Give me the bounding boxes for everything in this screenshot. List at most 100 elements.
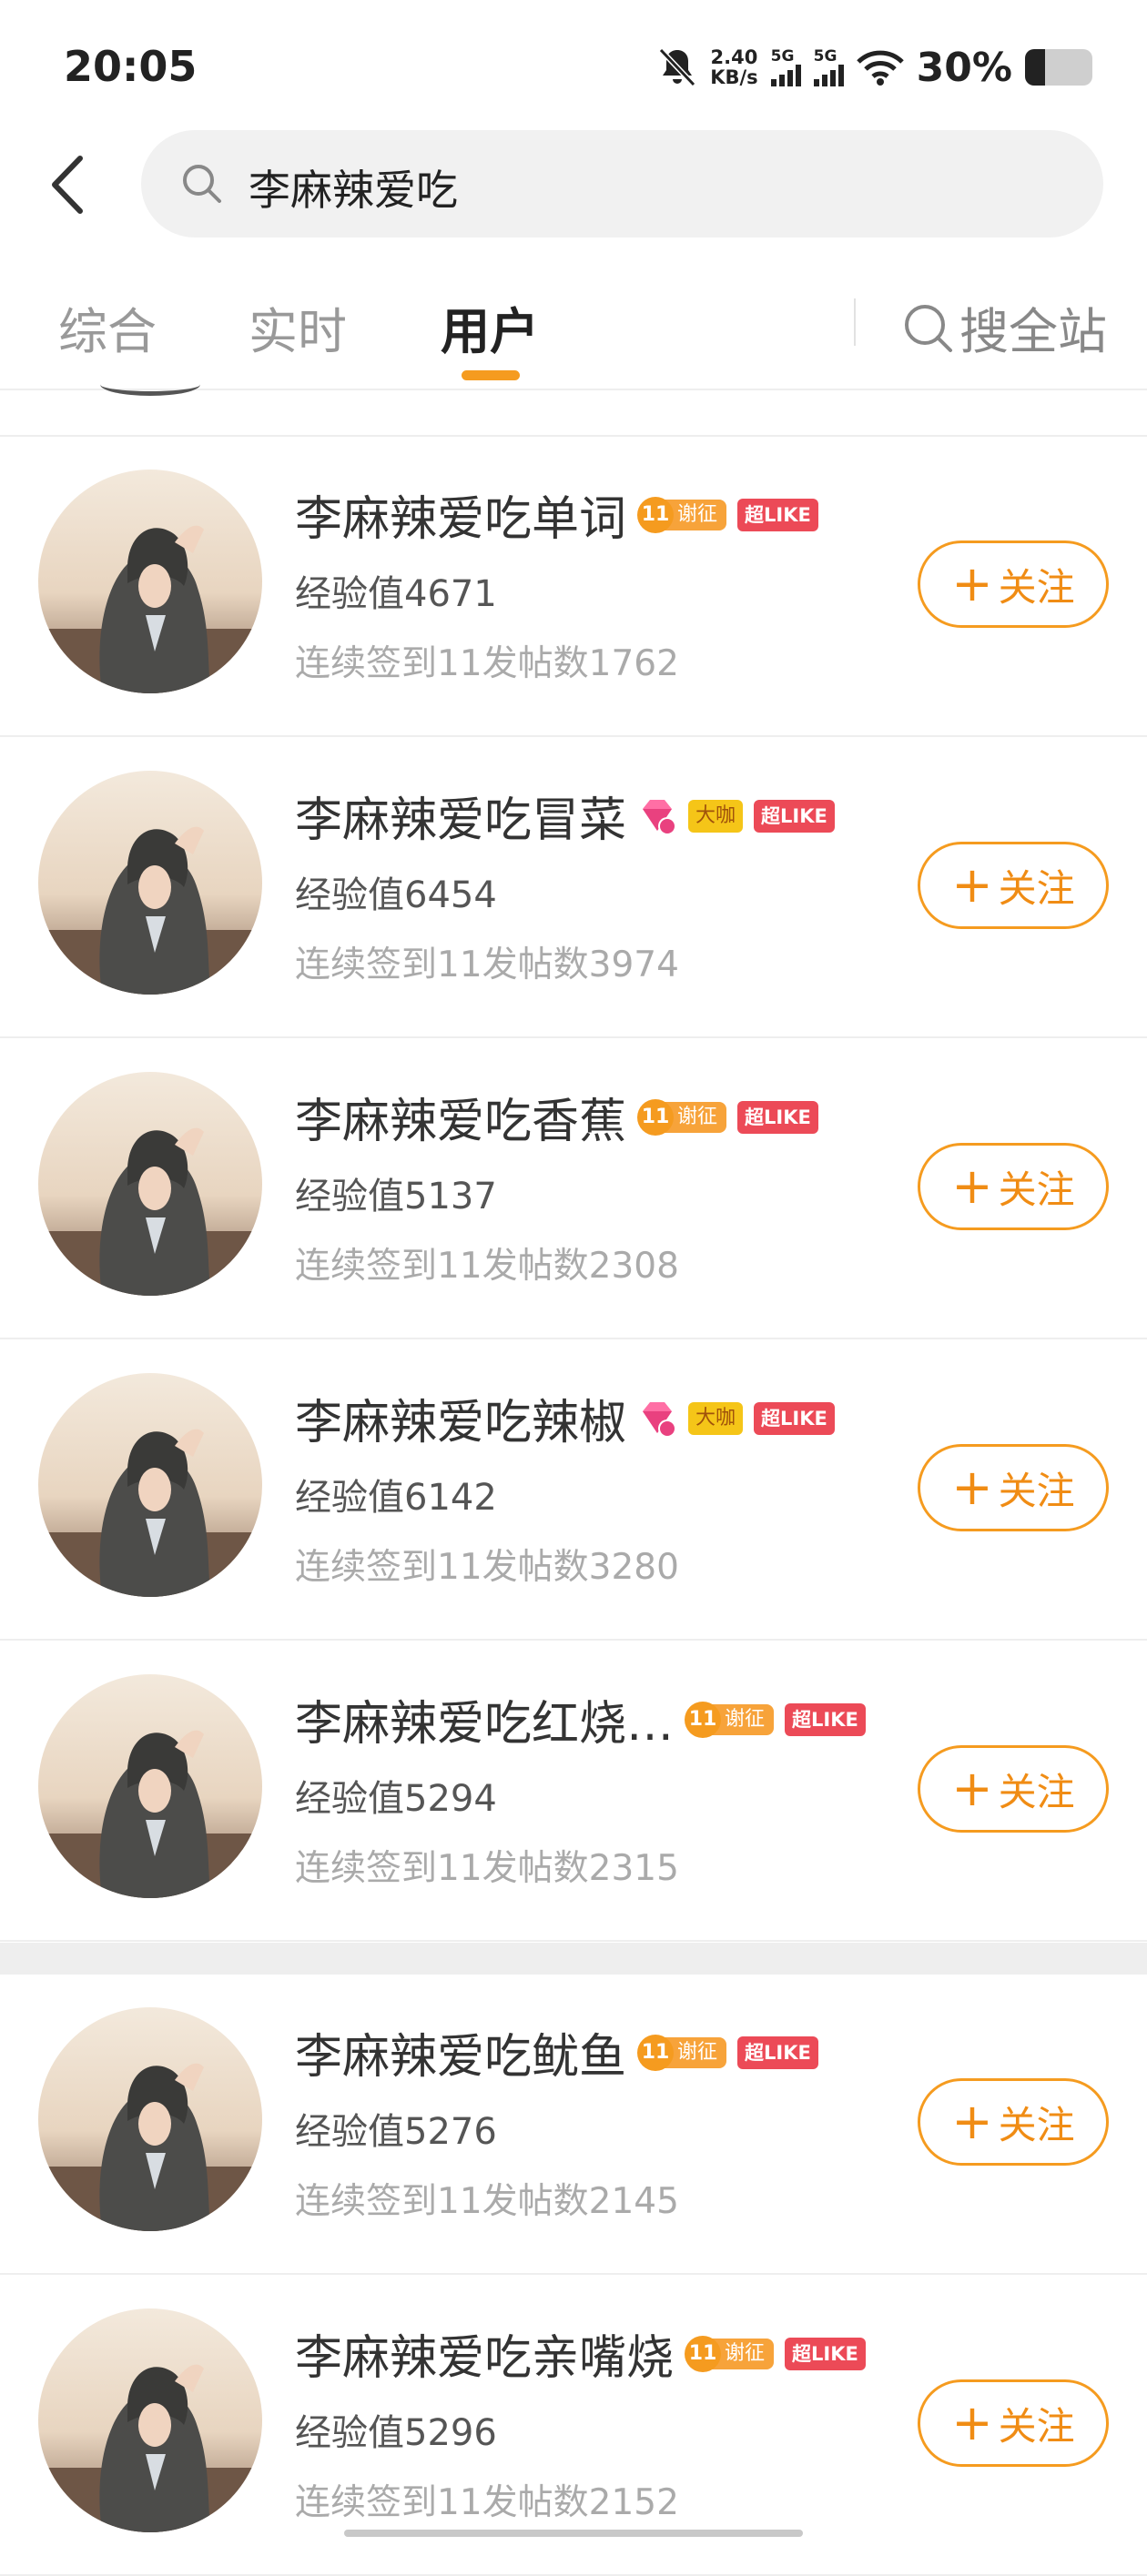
name-line: 李麻辣爱吃红烧… 11 谢征 超LIKE	[295, 1685, 866, 1753]
user-stats: 连续签到11发帖数2145	[295, 2181, 679, 2222]
back-arrow-icon[interactable]	[44, 153, 98, 217]
follow-button[interactable]: + 关注	[918, 842, 1109, 929]
user-name: 李麻辣爱吃冒菜	[295, 793, 627, 848]
follow-button[interactable]: + 关注	[918, 2078, 1109, 2166]
row-divider	[0, 1639, 1147, 1641]
plus-icon: +	[951, 1760, 993, 1817]
search-input[interactable]: 李麻辣爱吃	[141, 130, 1103, 237]
plus-icon: +	[951, 555, 993, 612]
avatar-image	[38, 1674, 262, 1898]
row-divider	[0, 735, 1147, 737]
user-stats: 连续签到11发帖数2315	[295, 1848, 679, 1889]
plus-icon: +	[951, 2093, 993, 2150]
follow-label: 关注	[998, 2403, 1075, 2449]
avatar-image	[38, 771, 262, 995]
row-divider	[0, 1940, 1147, 1942]
badge-level: 11	[637, 2034, 675, 2071]
name-line: 李麻辣爱吃冒菜 大咖 超LIKE	[295, 782, 835, 850]
user-name: 李麻辣爱吃亲嘴烧	[295, 2331, 675, 2386]
battery-icon	[1025, 49, 1092, 86]
daka-badge: 大咖	[688, 799, 744, 833]
user-stats: 连续签到11发帖数2152	[295, 2482, 679, 2523]
super-like-badge: 超LIKE	[737, 2036, 818, 2069]
avatar[interactable]	[38, 1373, 262, 1597]
gem-badge-icon	[643, 1401, 677, 1438]
search-icon	[183, 165, 221, 203]
user-row[interactable]: 李麻辣爱吃单词 11 谢征 超LIKE 经验值4671 连续签到11发帖数1762…	[0, 437, 1147, 737]
follow-button[interactable]: + 关注	[918, 540, 1109, 628]
user-row[interactable]: 李麻辣爱吃红烧… 11 谢征 超LIKE 经验值5294 连续签到11发帖数231…	[0, 1642, 1147, 1942]
status-icons: 2.40 KB/s 5G 5G 30%	[657, 40, 1092, 95]
badge-level: 11	[685, 2335, 722, 2372]
name-line: 李麻辣爱吃鱿鱼 11 谢征 超LIKE	[295, 2018, 818, 2086]
verified-badge: 11 谢征	[685, 1701, 775, 1739]
tab-bar: 综合 实时 用户 搜全站	[0, 264, 1147, 387]
sim2-label: 5G	[813, 47, 837, 66]
user-experience: 经验值5296	[295, 2412, 497, 2454]
super-like-badge: 超LIKE	[785, 2337, 866, 2370]
name-line: 李麻辣爱吃辣椒 大咖 超LIKE	[295, 1384, 835, 1452]
follow-button[interactable]: + 关注	[918, 1444, 1109, 1531]
network-speed: 2.40 KB/s	[710, 47, 757, 87]
site-search-button[interactable]: 搜全站	[901, 291, 1107, 363]
badge-level: 11	[637, 1098, 675, 1136]
daka-badge: 大咖	[688, 1401, 744, 1435]
avatar[interactable]	[38, 2007, 262, 2231]
user-row[interactable]: 李麻辣爱吃香蕉 11 谢征 超LIKE 经验值5137 连续签到11发帖数2308…	[0, 1039, 1147, 1339]
sim1-label: 5G	[770, 47, 795, 66]
avatar[interactable]	[38, 470, 262, 693]
active-tab-indicator	[462, 370, 520, 380]
tab-users[interactable]: 用户	[441, 291, 539, 363]
avatar[interactable]	[38, 2308, 262, 2532]
follow-label: 关注	[998, 865, 1075, 911]
user-row[interactable]: 李麻辣爱吃辣椒 大咖 超LIKE 经验值6142 连续签到11发帖数3280 + …	[0, 1340, 1147, 1641]
signal-icon-sim1: 5G	[770, 47, 801, 86]
avatar[interactable]	[38, 771, 262, 995]
badge-level: 11	[685, 1701, 722, 1738]
tab-realtime[interactable]: 实时	[249, 291, 347, 363]
user-experience: 经验值4671	[295, 573, 497, 615]
row-divider	[0, 1036, 1147, 1038]
user-row[interactable]: 李麻辣爱吃鱿鱼 11 谢征 超LIKE 经验值5276 连续签到11发帖数2145…	[0, 1975, 1147, 2275]
follow-label: 关注	[998, 1468, 1075, 1513]
user-experience: 经验值6454	[295, 874, 497, 916]
avatar[interactable]	[38, 1072, 262, 1296]
speed-unit: KB/s	[710, 66, 758, 88]
plus-icon: +	[951, 856, 993, 914]
plus-icon: +	[951, 1157, 993, 1215]
follow-button[interactable]: + 关注	[918, 1143, 1109, 1230]
verified-badge: 11 谢征	[685, 2335, 775, 2373]
follow-label: 关注	[998, 2102, 1075, 2147]
tab-overview[interactable]: 综合	[58, 291, 157, 363]
avatar[interactable]	[38, 1674, 262, 1898]
name-line: 李麻辣爱吃单词 11 谢征 超LIKE	[295, 480, 818, 549]
verified-badge: 11 谢征	[637, 2034, 727, 2072]
plus-icon: +	[951, 2394, 993, 2451]
user-stats: 连续签到11发帖数2308	[295, 1246, 679, 1287]
avatar-image	[38, 2308, 262, 2532]
user-stats: 连续签到11发帖数3280	[295, 1547, 679, 1588]
tab-separator	[854, 298, 856, 346]
follow-label: 关注	[998, 1769, 1075, 1814]
super-like-badge: 超LIKE	[737, 1100, 818, 1134]
user-experience: 经验值6142	[295, 1477, 497, 1519]
wifi-icon	[856, 50, 904, 86]
verified-badge: 11 谢征	[637, 496, 727, 534]
follow-button[interactable]: + 关注	[918, 2379, 1109, 2467]
speed-value: 2.40	[710, 46, 758, 68]
follow-button[interactable]: + 关注	[918, 1745, 1109, 1833]
super-like-badge: 超LIKE	[737, 498, 818, 531]
signal-icon-sim2: 5G	[813, 47, 844, 86]
user-stats: 连续签到11发帖数1762	[295, 643, 679, 684]
gem-badge-icon	[643, 799, 677, 835]
user-experience: 经验值5294	[295, 1778, 497, 1820]
name-line: 李麻辣爱吃香蕉 11 谢征 超LIKE	[295, 1083, 818, 1151]
super-like-badge: 超LIKE	[754, 799, 835, 833]
section-gap	[0, 1943, 1147, 1975]
user-name: 李麻辣爱吃单词	[295, 492, 627, 547]
user-row[interactable]: 李麻辣爱吃冒菜 大咖 超LIKE 经验值6454 连续签到11发帖数3974 + …	[0, 738, 1147, 1038]
partial-avatar	[100, 373, 200, 396]
status-bar: 20:05 2.40 KB/s 5G 5G 30%	[0, 0, 1147, 136]
plus-icon: +	[951, 1459, 993, 1516]
row-divider	[0, 2273, 1147, 2275]
